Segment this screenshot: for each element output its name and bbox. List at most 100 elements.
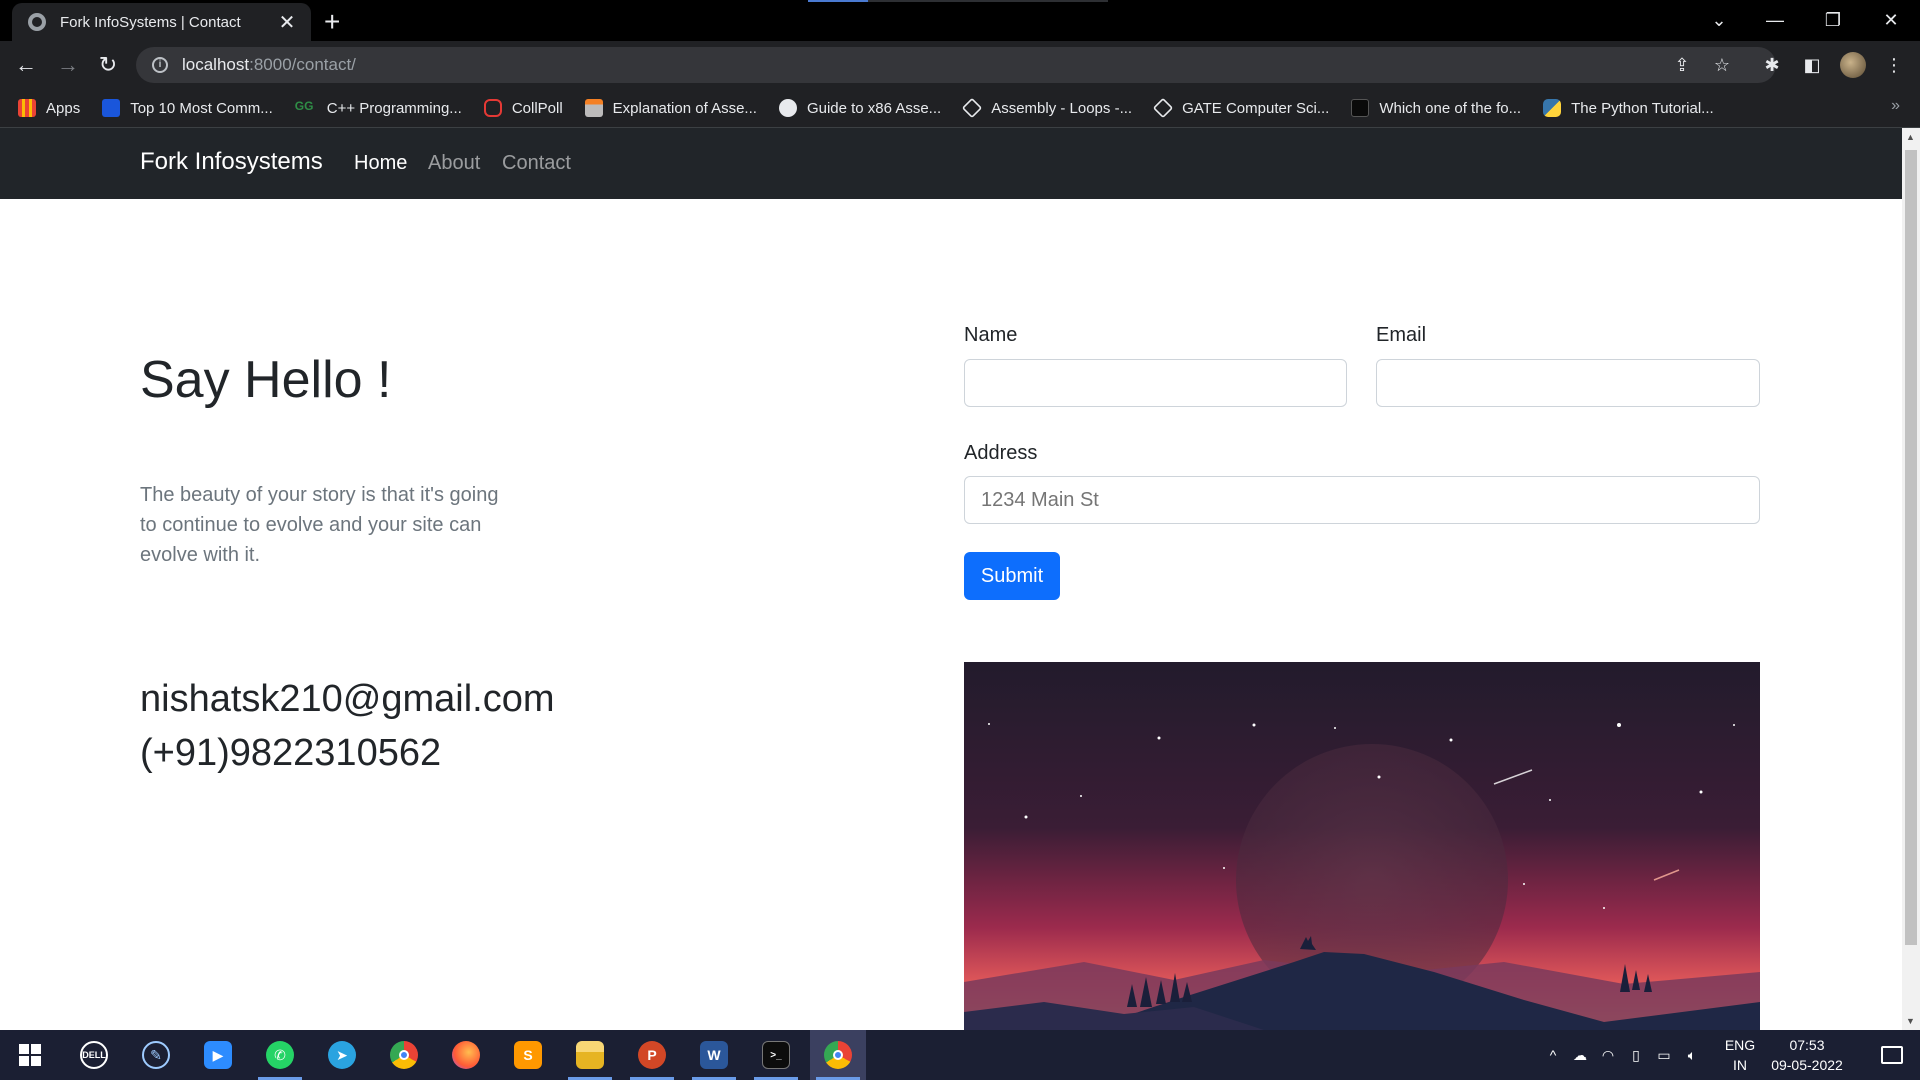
profile-avatar[interactable]: [1840, 52, 1866, 78]
more-bookmarks-icon[interactable]: »: [1891, 97, 1900, 115]
tutorialspoint-icon: [962, 97, 983, 119]
system-tray: ^ ☁ ◠ ▯ ▭ 🔈︎: [1540, 1030, 1706, 1080]
reload-button[interactable]: ↻: [92, 49, 124, 81]
zoom-icon: ▶: [204, 1041, 232, 1069]
share-icon[interactable]: ⇪: [1666, 47, 1698, 83]
windows-start-icon: [19, 1044, 41, 1066]
taskbar-dell[interactable]: DELL: [66, 1030, 122, 1080]
close-window-button[interactable]: ✕: [1862, 0, 1920, 41]
bookmark-star-icon[interactable]: ☆: [1706, 47, 1738, 83]
address-field[interactable]: [964, 476, 1760, 524]
tab-search-icon[interactable]: ⌄: [1690, 0, 1748, 41]
globe-icon: [28, 13, 46, 31]
python-icon: [1543, 99, 1562, 117]
language-code: ENG: [1724, 1037, 1756, 1053]
submit-button[interactable]: Submit: [964, 552, 1060, 600]
terminal-icon: >_: [762, 1041, 790, 1069]
bookmark-item[interactable]: Top 10 Most Comm...: [102, 99, 273, 117]
bookmark-label: Assembly - Loops -...: [991, 99, 1133, 117]
menu-icon[interactable]: ⋮: [1878, 49, 1910, 81]
bookmark-label: Apps: [46, 99, 81, 117]
url-host: localhost: [182, 55, 250, 74]
lead-text: The beauty of your story is that it's go…: [140, 484, 499, 566]
input-language[interactable]: ENG IN: [1720, 1035, 1760, 1075]
back-button[interactable]: ←: [10, 49, 42, 81]
folder-icon: [576, 1041, 604, 1069]
page-scrollbar[interactable]: ▲ ▼: [1902, 128, 1920, 1030]
night-landscape-image: [964, 662, 1760, 1030]
bookmark-item[interactable]: GG C++ Programming...: [295, 99, 462, 117]
wifi-icon[interactable]: ◠: [1594, 1047, 1622, 1064]
nav-home[interactable]: Home: [354, 152, 407, 175]
bookmark-label: Which one of the fo...: [1379, 99, 1522, 117]
region-code: IN: [1733, 1057, 1747, 1073]
name-field[interactable]: [964, 359, 1347, 407]
nav-contact[interactable]: Contact: [502, 152, 571, 175]
bookmarks-bar: Apps Top 10 Most Comm... GG C++ Programmi…: [0, 89, 1920, 128]
taskbar-chrome[interactable]: [376, 1030, 432, 1080]
email-field[interactable]: [1376, 359, 1760, 407]
windows-taskbar: DELL ✎ ▶ ✆ ➤ S P W >_ ^ ☁ ◠ ▯ ▭ 🔈︎ ENG I…: [0, 1030, 1920, 1080]
bookmark-item[interactable]: Guide to x86 Asse...: [778, 99, 941, 117]
tab-title: Fork InfoSystems | Contact: [60, 13, 241, 31]
bookmark-label: The Python Tutorial...: [1571, 99, 1714, 117]
extensions-icon[interactable]: ✱: [1756, 49, 1788, 81]
taskbar-word[interactable]: W: [686, 1030, 742, 1080]
scrollbar-thumb[interactable]: [1905, 150, 1917, 945]
address-bar[interactable]: i localhost:8000/contact/ ⇪ ☆: [136, 47, 1776, 83]
site-brand[interactable]: Fork Infosystems: [140, 148, 323, 176]
whatsapp-icon: ✆: [266, 1041, 294, 1069]
bookmark-label: GATE Computer Sci...: [1182, 99, 1330, 117]
taskbar-zoom[interactable]: ▶: [190, 1030, 246, 1080]
taskbar-dell-support[interactable]: ✎: [128, 1030, 184, 1080]
nav-about[interactable]: About: [428, 152, 480, 175]
taskbar-firefox[interactable]: [438, 1030, 494, 1080]
notifications-button[interactable]: [1864, 1030, 1920, 1080]
bookmark-label: C++ Programming...: [326, 99, 462, 117]
site-navbar: Fork Infosystems Home About Contact: [0, 128, 1902, 199]
bookmark-item[interactable]: Assembly - Loops -...: [962, 97, 1133, 119]
close-tab-icon[interactable]: ✕: [275, 10, 299, 35]
telegram-icon: ➤: [328, 1041, 356, 1069]
minimize-button[interactable]: —: [1746, 0, 1804, 41]
taskbar-chrome-active[interactable]: [810, 1030, 866, 1080]
bookmark-item[interactable]: Which one of the fo...: [1351, 99, 1521, 117]
side-panel-icon[interactable]: ◧: [1796, 49, 1828, 81]
device-icon[interactable]: ▯: [1622, 1047, 1650, 1064]
clock-time: 07:53: [1789, 1037, 1825, 1053]
taskbar-terminal[interactable]: >_: [748, 1030, 804, 1080]
start-button[interactable]: [2, 1030, 58, 1080]
taskbar-powerpoint[interactable]: P: [624, 1030, 680, 1080]
bookmark-item[interactable]: GATE Computer Sci...: [1152, 97, 1330, 119]
notification-icon: [1881, 1046, 1903, 1064]
stackoverflow-icon: [584, 99, 603, 117]
taskbar-file-explorer[interactable]: [562, 1030, 618, 1080]
bookmark-item[interactable]: Explanation of Asse...: [584, 99, 757, 117]
forward-button[interactable]: →: [52, 49, 84, 81]
show-hidden-icons-icon[interactable]: ^: [1540, 1047, 1566, 1063]
new-tab-button[interactable]: +: [324, 6, 340, 38]
system-clock[interactable]: 07:53 09-05-2022: [1762, 1035, 1852, 1075]
bookmark-item[interactable]: CollPoll: [483, 99, 563, 117]
site-info-icon[interactable]: i: [152, 57, 168, 73]
contact-email: nishatsk210@gmail.com: [140, 678, 555, 720]
bookmark-item[interactable]: The Python Tutorial...: [1543, 99, 1714, 117]
battery-icon[interactable]: ▭: [1650, 1047, 1678, 1064]
sublime-text-icon: S: [514, 1041, 542, 1069]
bookmark-label: Explanation of Asse...: [612, 99, 757, 117]
browser-tab[interactable]: Fork InfoSystems | Contact ✕: [12, 3, 311, 41]
url-path: :8000/contact/: [249, 55, 356, 74]
restore-button[interactable]: ❐: [1804, 0, 1862, 41]
onedrive-cloud-icon[interactable]: ☁: [1566, 1047, 1594, 1064]
taskbar-sublime[interactable]: S: [500, 1030, 556, 1080]
scroll-up-icon[interactable]: ▲: [1906, 132, 1915, 142]
firefox-icon: [452, 1041, 480, 1069]
name-label: Name: [964, 324, 1018, 346]
clock-date: 09-05-2022: [1771, 1057, 1843, 1073]
contact-phone: (+91)9822310562: [140, 732, 442, 774]
taskbar-telegram[interactable]: ➤: [314, 1030, 370, 1080]
volume-icon[interactable]: 🔈︎: [1678, 1047, 1706, 1064]
scroll-down-icon[interactable]: ▼: [1906, 1016, 1915, 1026]
bookmark-apps[interactable]: Apps: [18, 99, 80, 117]
taskbar-whatsapp[interactable]: ✆: [252, 1030, 308, 1080]
